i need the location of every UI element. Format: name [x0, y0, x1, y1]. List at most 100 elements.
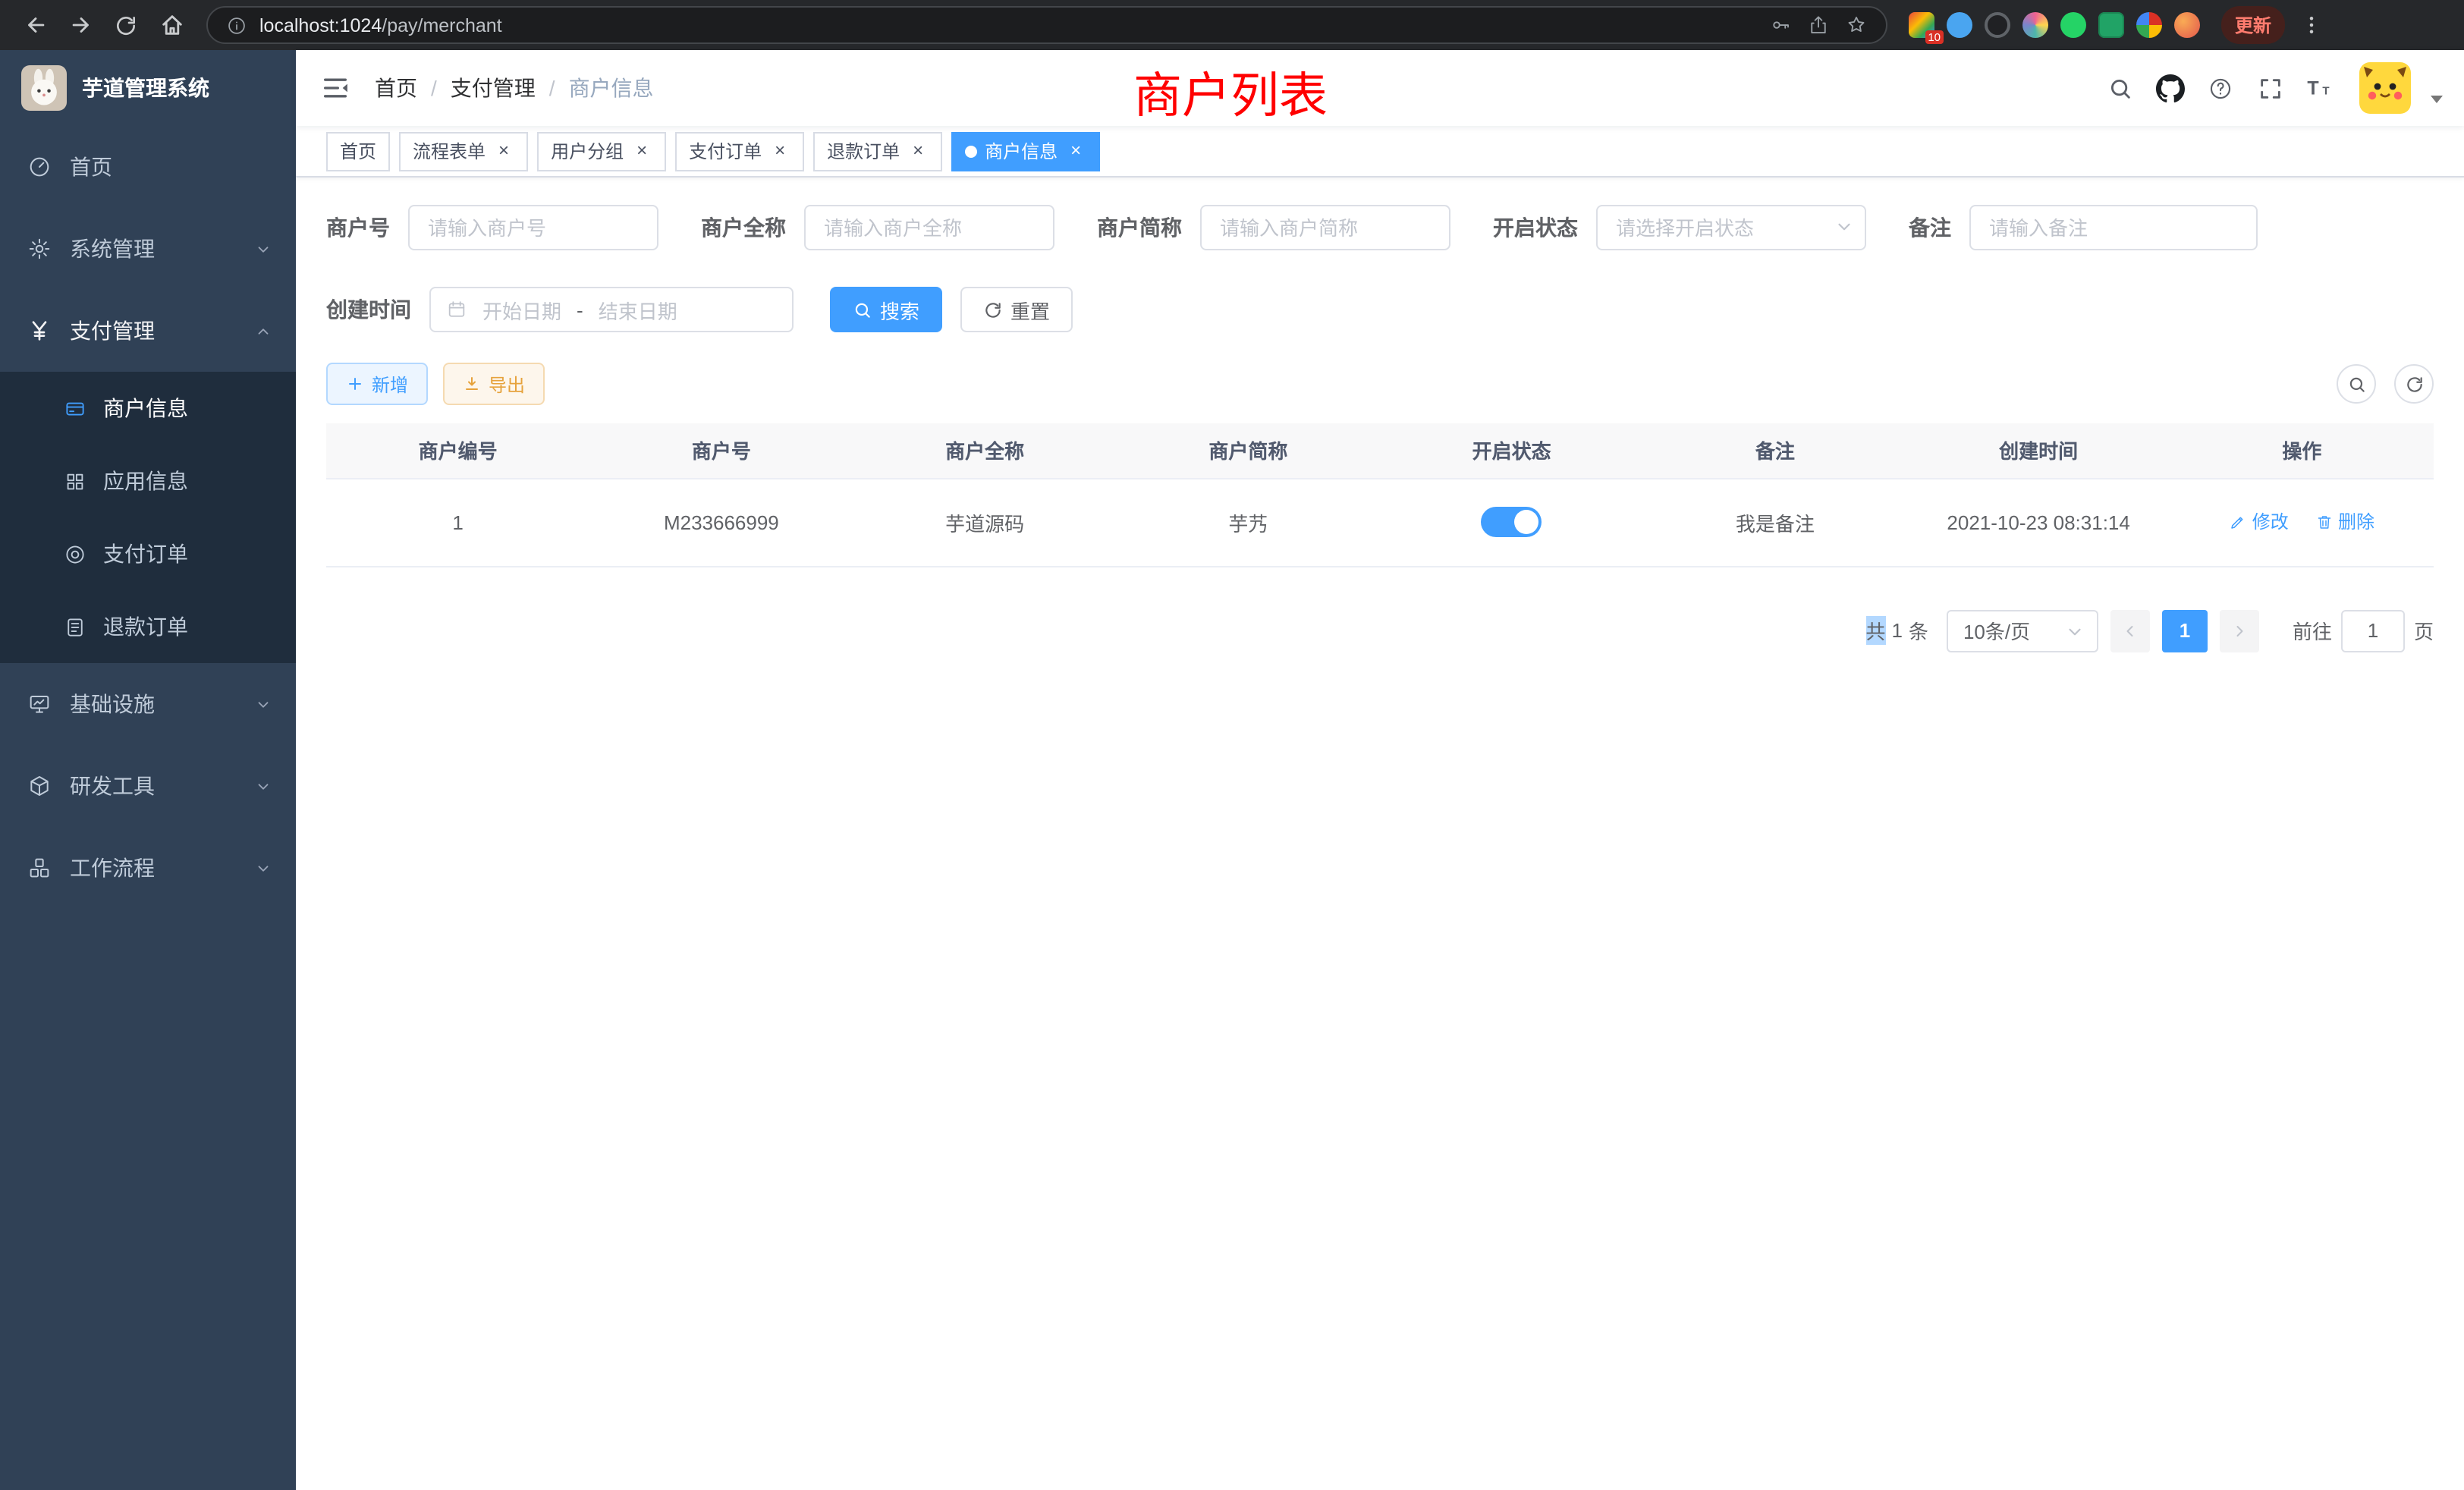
delete-link[interactable]: 删除	[2315, 509, 2374, 535]
status-select[interactable]	[1596, 205, 1866, 250]
date-start-placeholder: 开始日期	[482, 295, 561, 324]
goto-page-input[interactable]	[2341, 609, 2405, 652]
page-info-icon[interactable]	[226, 14, 247, 36]
tab-pay-order[interactable]: 支付订单	[675, 131, 804, 171]
extension-icon-1[interactable]: 10	[1909, 12, 1934, 38]
pagination-total: 共 1 条	[1865, 616, 1928, 645]
browser-reload-icon[interactable]	[106, 5, 146, 45]
chevron-down-icon	[255, 240, 272, 257]
extension-icon-7[interactable]	[2136, 12, 2162, 38]
browser-forward-icon[interactable]	[61, 5, 100, 45]
close-icon[interactable]	[631, 140, 652, 162]
active-tab-dot	[965, 145, 977, 157]
col-status: 开启状态	[1380, 423, 1643, 478]
cell-actions: 修改 删除	[2170, 478, 2434, 566]
remark-input[interactable]	[1969, 205, 2258, 250]
breadcrumb-payment[interactable]: 支付管理	[451, 73, 536, 103]
add-button[interactable]: 新增	[326, 363, 428, 405]
tab-merchant-info[interactable]: 商户信息	[951, 131, 1100, 171]
yen-icon	[27, 319, 52, 343]
close-icon[interactable]	[493, 140, 514, 162]
cell-created-at: 2021-10-23 08:31:14	[1907, 478, 2170, 566]
export-button[interactable]: 导出	[443, 363, 545, 405]
sidebar-item-infra[interactable]: 基础设施	[0, 663, 296, 745]
breadcrumb-home[interactable]: 首页	[375, 73, 417, 103]
dashboard-icon	[27, 155, 52, 179]
extension-icon-2[interactable]	[1947, 12, 1972, 38]
reset-button[interactable]: 重置	[960, 287, 1073, 332]
help-icon[interactable]	[2200, 68, 2239, 108]
fullscreen-icon[interactable]	[2250, 68, 2290, 108]
sidebar-item-app-info[interactable]: 应用信息	[0, 445, 296, 517]
sidebar-item-payment[interactable]: 支付管理	[0, 290, 296, 372]
app-logo[interactable]: 芋道管理系统	[0, 50, 296, 126]
search-icon[interactable]	[2100, 68, 2139, 108]
key-icon[interactable]	[1769, 14, 1792, 36]
hamburger-icon[interactable]	[317, 70, 354, 106]
svg-text:T: T	[2307, 77, 2318, 99]
short-name-label: 商户简称	[1097, 212, 1182, 243]
chevron-down-icon	[255, 696, 272, 712]
share-icon[interactable]	[1807, 14, 1830, 36]
tab-home[interactable]: 首页	[326, 131, 390, 171]
svg-text:T: T	[2322, 84, 2329, 97]
edit-link[interactable]: 修改	[2230, 509, 2289, 535]
search-button[interactable]: 搜索	[830, 287, 942, 332]
sidebar-item-devtools[interactable]: 研发工具	[0, 745, 296, 827]
github-icon[interactable]	[2150, 68, 2189, 108]
extension-icon-6[interactable]	[2098, 12, 2124, 38]
browser-back-icon[interactable]	[15, 5, 55, 45]
extension-icon-5[interactable]	[2060, 12, 2086, 38]
tab-process-form[interactable]: 流程表单	[399, 131, 528, 171]
cube-icon	[27, 774, 52, 798]
browser-menu-icon[interactable]	[2291, 5, 2330, 45]
sidebar-item-refund-order[interactable]: 退款订单	[0, 590, 296, 663]
extension-icon-3[interactable]	[1985, 12, 2010, 38]
remark-label: 备注	[1909, 212, 1951, 243]
close-icon[interactable]	[907, 140, 929, 162]
close-icon[interactable]	[1065, 140, 1086, 162]
sidebar-item-pay-order[interactable]: 支付订单	[0, 517, 296, 590]
date-end-placeholder: 结束日期	[599, 295, 677, 324]
full-name-input[interactable]	[804, 205, 1054, 250]
breadcrumb: 首页 支付管理 商户信息	[375, 73, 654, 103]
sidebar-item-home[interactable]: 首页	[0, 126, 296, 208]
close-icon[interactable]	[769, 140, 790, 162]
sidebar-item-workflow[interactable]: 工作流程	[0, 827, 296, 909]
browser-home-icon[interactable]	[152, 5, 191, 45]
next-page-button[interactable]	[2220, 609, 2259, 652]
short-name-input[interactable]	[1200, 205, 1450, 250]
sidebar-item-merchant-info[interactable]: 商户信息	[0, 372, 296, 445]
target-circle-icon	[64, 542, 86, 565]
breadcrumb-separator	[549, 76, 555, 100]
refresh-table-icon[interactable]	[2394, 364, 2434, 404]
col-merchant-id: 商户编号	[326, 423, 589, 478]
page-size-select[interactable]: 10条/页	[1947, 609, 2098, 652]
toggle-search-icon[interactable]	[2337, 364, 2376, 404]
extension-icon-8[interactable]	[2174, 12, 2200, 38]
avatar[interactable]	[2359, 62, 2411, 114]
address-bar[interactable]: localhost:1024/pay/merchant	[206, 6, 1887, 44]
browser-update-button[interactable]: 更新	[2221, 6, 2285, 44]
extension-icon-4[interactable]	[2022, 12, 2048, 38]
sidebar-item-system[interactable]: 系统管理	[0, 208, 296, 290]
pagination: 共 1 条 10条/页 1 前往 页	[326, 609, 2434, 652]
top-navbar: 首页 支付管理 商户信息 TT	[296, 50, 2464, 126]
credit-card-icon	[64, 397, 86, 420]
date-range-picker[interactable]: 开始日期 - 结束日期	[429, 287, 794, 332]
col-actions: 操作	[2170, 423, 2434, 478]
status-toggle[interactable]	[1482, 507, 1542, 537]
font-size-icon[interactable]: TT	[2300, 68, 2340, 108]
url-text: localhost:1024/pay/merchant	[259, 14, 502, 36]
prev-page-button[interactable]	[2110, 609, 2150, 652]
tab-user-group[interactable]: 用户分组	[537, 131, 666, 171]
merchant-no-input[interactable]	[408, 205, 658, 250]
chevron-down-icon	[255, 860, 272, 876]
cell-short-name: 芋艿	[1117, 478, 1380, 566]
page-number-1[interactable]: 1	[2162, 609, 2208, 652]
avatar-dropdown-caret[interactable]	[2431, 95, 2443, 102]
tab-refund-order[interactable]: 退款订单	[813, 131, 942, 171]
bookmark-star-icon[interactable]	[1845, 14, 1868, 36]
table-header-row: 商户编号 商户号 商户全称 商户简称 开启状态 备注 创建时间 操作	[326, 423, 2434, 478]
chevron-up-icon	[255, 322, 272, 339]
